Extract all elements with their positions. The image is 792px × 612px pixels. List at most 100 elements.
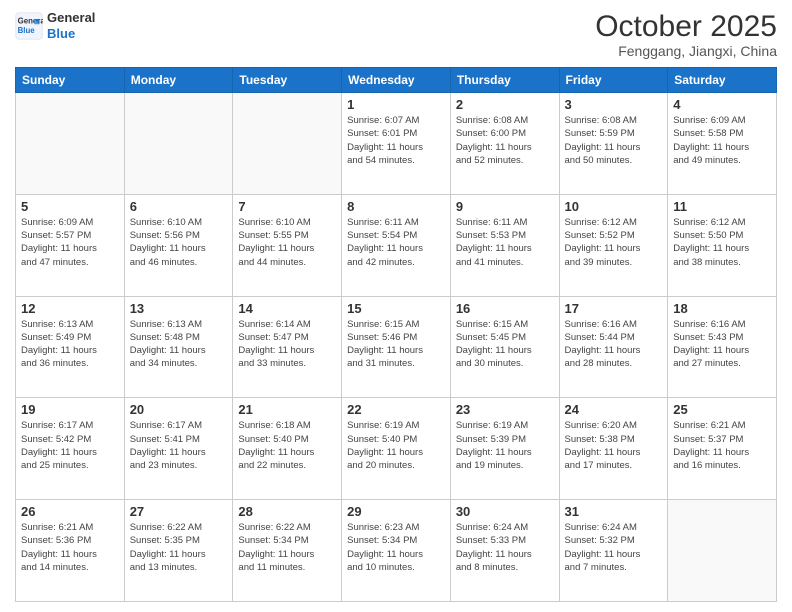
day-info: Sunrise: 6:08 AM Sunset: 6:00 PM Dayligh…	[456, 114, 554, 167]
weekday-header-wednesday: Wednesday	[342, 68, 451, 93]
day-number: 7	[238, 199, 336, 214]
day-number: 20	[130, 402, 228, 417]
day-cell-19: 19Sunrise: 6:17 AM Sunset: 5:42 PM Dayli…	[16, 398, 125, 500]
day-number: 18	[673, 301, 771, 316]
logo-line2: Blue	[47, 26, 75, 41]
day-info: Sunrise: 6:22 AM Sunset: 5:35 PM Dayligh…	[130, 521, 228, 574]
day-number: 27	[130, 504, 228, 519]
day-cell-1: 1Sunrise: 6:07 AM Sunset: 6:01 PM Daylig…	[342, 93, 451, 195]
day-info: Sunrise: 6:09 AM Sunset: 5:57 PM Dayligh…	[21, 216, 119, 269]
logo-icon: General Blue	[15, 12, 43, 40]
day-info: Sunrise: 6:15 AM Sunset: 5:45 PM Dayligh…	[456, 318, 554, 371]
day-cell-8: 8 Sunrise: 6:11 AM Sunset: 5:54 PM Daylig…	[342, 194, 451, 296]
day-number: 29	[347, 504, 445, 519]
day-cell-13: 13 Sunrise: 6:13 AM Sunset: 5:48 PM Dayli…	[124, 296, 233, 398]
day-number: 30	[456, 504, 554, 519]
day-number: 14	[238, 301, 336, 316]
day-cell-22: 22Sunrise: 6:19 AM Sunset: 5:40 PM Dayli…	[342, 398, 451, 500]
day-info: Sunrise: 6:20 AM Sunset: 5:38 PM Dayligh…	[565, 419, 663, 472]
day-cell-28: 28 Sunrise: 6:22 AM Sunset: 5:34 PM Dayli…	[233, 500, 342, 602]
day-number: 16	[456, 301, 554, 316]
day-cell-14: 14 Sunrise: 6:14 AM Sunset: 5:47 PM Dayli…	[233, 296, 342, 398]
day-cell-16: 16 Sunrise: 6:15 AM Sunset: 5:45 PM Dayli…	[450, 296, 559, 398]
day-number: 23	[456, 402, 554, 417]
day-number: 12	[21, 301, 119, 316]
title-block: October 2025 Fenggang, Jiangxi, China	[595, 10, 777, 59]
day-cell-12: 12 Sunrise: 6:13 AM Sunset: 5:49 PM Dayli…	[16, 296, 125, 398]
day-info: Sunrise: 6:24 AM Sunset: 5:33 PM Dayligh…	[456, 521, 554, 574]
day-number: 3	[565, 97, 663, 112]
week-row-3: 19Sunrise: 6:17 AM Sunset: 5:42 PM Dayli…	[16, 398, 777, 500]
day-cell-9: 9Sunrise: 6:11 AM Sunset: 5:53 PM Daylig…	[450, 194, 559, 296]
day-info: Sunrise: 6:21 AM Sunset: 5:37 PM Dayligh…	[673, 419, 771, 472]
day-info: Sunrise: 6:22 AM Sunset: 5:34 PM Dayligh…	[238, 521, 336, 574]
day-cell-24: 24 Sunrise: 6:20 AM Sunset: 5:38 PM Dayli…	[559, 398, 668, 500]
day-info: Sunrise: 6:08 AM Sunset: 5:59 PM Dayligh…	[565, 114, 663, 167]
day-info: Sunrise: 6:18 AM Sunset: 5:40 PM Dayligh…	[238, 419, 336, 472]
day-cell-3: 3 Sunrise: 6:08 AM Sunset: 5:59 PM Daylig…	[559, 93, 668, 195]
empty-cell	[668, 500, 777, 602]
day-info: Sunrise: 6:13 AM Sunset: 5:48 PM Dayligh…	[130, 318, 228, 371]
weekday-header-thursday: Thursday	[450, 68, 559, 93]
day-number: 11	[673, 199, 771, 214]
day-cell-27: 27 Sunrise: 6:22 AM Sunset: 5:35 PM Dayli…	[124, 500, 233, 602]
weekday-header-friday: Friday	[559, 68, 668, 93]
day-number: 8	[347, 199, 445, 214]
day-number: 13	[130, 301, 228, 316]
day-number: 24	[565, 402, 663, 417]
day-number: 22	[347, 402, 445, 417]
day-number: 6	[130, 199, 228, 214]
day-number: 25	[673, 402, 771, 417]
day-number: 2	[456, 97, 554, 112]
day-info: Sunrise: 6:16 AM Sunset: 5:44 PM Dayligh…	[565, 318, 663, 371]
svg-text:Blue: Blue	[18, 26, 36, 35]
day-cell-7: 7 Sunrise: 6:10 AM Sunset: 5:55 PM Daylig…	[233, 194, 342, 296]
day-info: Sunrise: 6:10 AM Sunset: 5:56 PM Dayligh…	[130, 216, 228, 269]
day-cell-30: 30 Sunrise: 6:24 AM Sunset: 5:33 PM Dayli…	[450, 500, 559, 602]
day-cell-15: 15Sunrise: 6:15 AM Sunset: 5:46 PM Dayli…	[342, 296, 451, 398]
day-info: Sunrise: 6:17 AM Sunset: 5:41 PM Dayligh…	[130, 419, 228, 472]
day-cell-20: 20 Sunrise: 6:17 AM Sunset: 5:41 PM Dayli…	[124, 398, 233, 500]
day-cell-29: 29Sunrise: 6:23 AM Sunset: 5:34 PM Dayli…	[342, 500, 451, 602]
day-info: Sunrise: 6:09 AM Sunset: 5:58 PM Dayligh…	[673, 114, 771, 167]
day-info: Sunrise: 6:10 AM Sunset: 5:55 PM Dayligh…	[238, 216, 336, 269]
weekday-header-sunday: Sunday	[16, 68, 125, 93]
day-number: 4	[673, 97, 771, 112]
day-info: Sunrise: 6:13 AM Sunset: 5:49 PM Dayligh…	[21, 318, 119, 371]
day-cell-5: 5 Sunrise: 6:09 AM Sunset: 5:57 PM Daylig…	[16, 194, 125, 296]
weekday-header-tuesday: Tuesday	[233, 68, 342, 93]
location-subtitle: Fenggang, Jiangxi, China	[595, 43, 777, 59]
day-info: Sunrise: 6:21 AM Sunset: 5:36 PM Dayligh…	[21, 521, 119, 574]
empty-cell	[124, 93, 233, 195]
day-cell-18: 18 Sunrise: 6:16 AM Sunset: 5:43 PM Dayli…	[668, 296, 777, 398]
logo: General Blue General Blue	[15, 10, 95, 41]
day-info: Sunrise: 6:14 AM Sunset: 5:47 PM Dayligh…	[238, 318, 336, 371]
week-row-1: 5 Sunrise: 6:09 AM Sunset: 5:57 PM Daylig…	[16, 194, 777, 296]
day-info: Sunrise: 6:12 AM Sunset: 5:52 PM Dayligh…	[565, 216, 663, 269]
day-cell-21: 21Sunrise: 6:18 AM Sunset: 5:40 PM Dayli…	[233, 398, 342, 500]
day-info: Sunrise: 6:24 AM Sunset: 5:32 PM Dayligh…	[565, 521, 663, 574]
weekday-header-monday: Monday	[124, 68, 233, 93]
calendar-table: SundayMondayTuesdayWednesdayThursdayFrid…	[15, 67, 777, 602]
day-number: 5	[21, 199, 119, 214]
day-cell-23: 23 Sunrise: 6:19 AM Sunset: 5:39 PM Dayli…	[450, 398, 559, 500]
day-cell-2: 2 Sunrise: 6:08 AM Sunset: 6:00 PM Daylig…	[450, 93, 559, 195]
month-title: October 2025	[595, 10, 777, 43]
day-info: Sunrise: 6:16 AM Sunset: 5:43 PM Dayligh…	[673, 318, 771, 371]
day-number: 28	[238, 504, 336, 519]
day-number: 26	[21, 504, 119, 519]
day-number: 1	[347, 97, 445, 112]
day-cell-10: 10Sunrise: 6:12 AM Sunset: 5:52 PM Dayli…	[559, 194, 668, 296]
day-cell-4: 4 Sunrise: 6:09 AM Sunset: 5:58 PM Daylig…	[668, 93, 777, 195]
day-info: Sunrise: 6:19 AM Sunset: 5:39 PM Dayligh…	[456, 419, 554, 472]
day-cell-6: 6 Sunrise: 6:10 AM Sunset: 5:56 PM Daylig…	[124, 194, 233, 296]
day-number: 9	[456, 199, 554, 214]
day-number: 31	[565, 504, 663, 519]
logo-line1: General	[47, 10, 95, 26]
page: General Blue General Blue October 2025 F…	[0, 0, 792, 612]
empty-cell	[16, 93, 125, 195]
day-info: Sunrise: 6:11 AM Sunset: 5:54 PM Dayligh…	[347, 216, 445, 269]
week-row-4: 26 Sunrise: 6:21 AM Sunset: 5:36 PM Dayli…	[16, 500, 777, 602]
week-row-2: 12 Sunrise: 6:13 AM Sunset: 5:49 PM Dayli…	[16, 296, 777, 398]
header: General Blue General Blue October 2025 F…	[15, 10, 777, 59]
